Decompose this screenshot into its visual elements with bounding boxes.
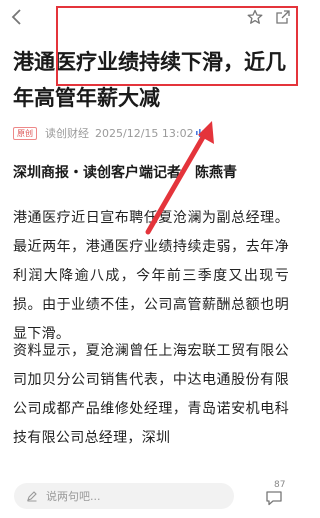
top-bar (0, 0, 300, 34)
share-button[interactable] (272, 6, 294, 28)
publish-time: 2025/12/15 13:02 (95, 126, 194, 140)
share-icon (276, 10, 290, 24)
favorite-button[interactable] (244, 6, 266, 28)
comment-placeholder: 说两句吧... (46, 490, 101, 503)
back-button[interactable] (6, 6, 28, 28)
pencil-icon (26, 490, 38, 502)
audio-wave-icon (195, 129, 207, 137)
article-page: 港通医疗业绩持续下滑，近几年高管年薪大减 原创 读创财经 2025/12/15 … (0, 0, 300, 518)
article-headline: 港通医疗业绩持续下滑，近几年高管年薪大减 (13, 50, 286, 110)
article-source[interactable]: 读创财经 (45, 125, 89, 141)
comment-input[interactable]: 说两句吧... (14, 483, 234, 509)
comment-bubble-icon (266, 491, 282, 506)
article-byline: 深圳商报・读创客户端记者 陈燕青 (13, 165, 237, 181)
star-icon (247, 9, 263, 24)
bottom-bar: 说两句吧... 87 (0, 476, 300, 518)
article-paragraph: 港通医疗近日宣布聘任夏沧澜为副总经理。最近两年，港通医疗业绩持续走弱，去年净利润… (13, 210, 289, 342)
audio-play-button[interactable] (195, 128, 208, 138)
article-meta: 原创 读创财经 2025/12/15 13:02 (13, 125, 208, 141)
comment-button[interactable]: 87 (262, 480, 292, 510)
article-paragraph: 资料显示，夏沧澜曾任上海宏联工贸有限公司加贝分公司销售代表，中达电通股份有限公司… (13, 343, 289, 446)
original-tag: 原创 (13, 126, 37, 140)
comment-count: 87 (274, 480, 286, 490)
back-arrow-icon (11, 9, 21, 25)
